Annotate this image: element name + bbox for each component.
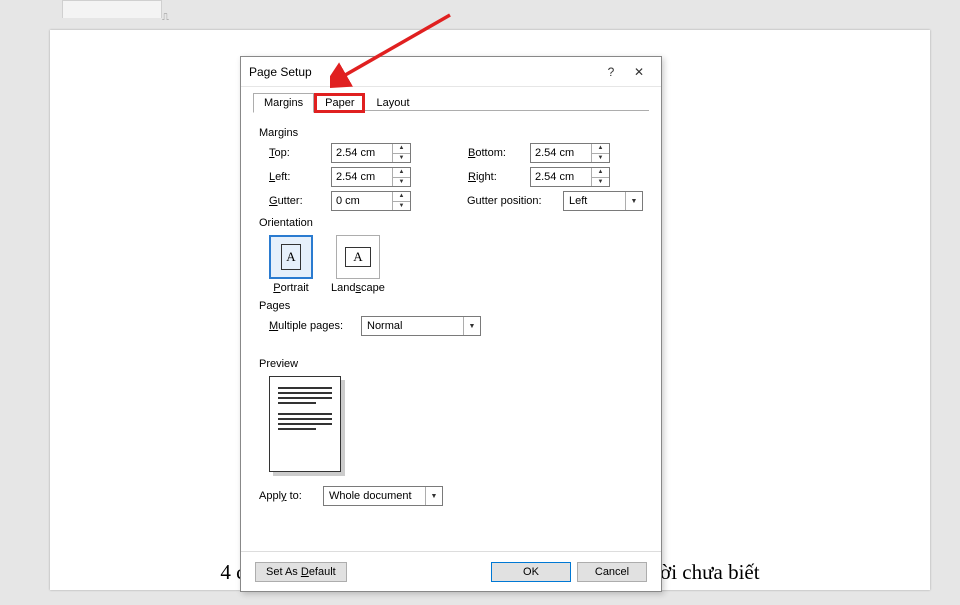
bottom-label: Bottom: (468, 147, 524, 159)
right-label: Right: (468, 171, 524, 183)
chevron-down-icon[interactable]: ▼ (425, 487, 442, 505)
spin-up-icon[interactable]: ▲ (393, 168, 410, 178)
portrait-page-glyph: A (281, 244, 301, 270)
multiple-pages-select[interactable]: Normal ▼ (361, 316, 481, 336)
chevron-down-icon[interactable]: ▼ (625, 192, 642, 210)
spin-up-icon[interactable]: ▲ (592, 168, 609, 178)
orientation-section-label: Orientation (259, 217, 643, 229)
landscape-label: Landscape (331, 282, 385, 294)
cancel-button[interactable]: Cancel (577, 562, 647, 582)
gutter-spinner[interactable]: ▲▼ (331, 191, 411, 211)
apply-to-label: Apply to: (259, 490, 315, 502)
top-spinner[interactable]: ▲▼ (331, 143, 411, 163)
spin-up-icon[interactable]: ▲ (393, 144, 410, 154)
multiple-pages-value: Normal (362, 320, 463, 332)
ok-button[interactable]: OK (491, 562, 571, 582)
ruler-fragment (62, 0, 162, 18)
chevron-down-icon[interactable]: ▼ (463, 317, 480, 335)
orientation-portrait[interactable]: A Portrait (269, 235, 313, 294)
portrait-icon: A (269, 235, 313, 279)
spin-down-icon[interactable]: ▼ (592, 154, 609, 163)
dialog-body: Margins Top: ▲▼ Bottom: ▲▼ Left: (241, 113, 661, 516)
dialog-footer: Set As Default OK Cancel (241, 551, 661, 591)
multiple-pages-label: Multiple pages: (269, 320, 355, 332)
gutter-pos-value: Left (564, 195, 625, 207)
set-default-button[interactable]: Set As Default (255, 562, 347, 582)
portrait-label: Portrait (273, 282, 308, 294)
page-setup-dialog: Page Setup ? ✕ Margins Paper Layout Marg… (240, 56, 662, 592)
annotation-arrow (330, 10, 460, 90)
apply-to-value: Whole document (324, 490, 425, 502)
preview-box (269, 376, 341, 472)
apply-to-select[interactable]: Whole document ▼ (323, 486, 443, 506)
landscape-page-glyph: A (345, 247, 371, 267)
help-button[interactable]: ? (597, 61, 625, 83)
gutter-pos-select[interactable]: Left ▼ (563, 191, 643, 211)
left-label: Left: (269, 171, 325, 183)
spin-down-icon[interactable]: ▼ (393, 178, 410, 187)
gutter-pos-label: Gutter position: (467, 195, 557, 207)
landscape-icon: A (336, 235, 380, 279)
preview-page (269, 376, 341, 472)
close-button[interactable]: ✕ (625, 61, 653, 83)
spin-up-icon[interactable]: ▲ (592, 144, 609, 154)
tab-paper[interactable]: Paper (314, 93, 365, 113)
gutter-label: Gutter: (269, 195, 325, 207)
top-input[interactable] (332, 144, 392, 162)
ruler-mark: ⎍ (162, 12, 169, 23)
spin-down-icon[interactable]: ▼ (393, 154, 410, 163)
spin-down-icon[interactable]: ▼ (592, 178, 609, 187)
gutter-input[interactable] (332, 192, 392, 210)
right-spinner[interactable]: ▲▼ (530, 167, 610, 187)
left-spinner[interactable]: ▲▼ (331, 167, 411, 187)
top-label: Top: (269, 147, 325, 159)
right-input[interactable] (531, 168, 591, 186)
margins-section-label: Margins (259, 127, 643, 139)
preview-section-label: Preview (259, 358, 643, 370)
orientation-landscape[interactable]: A Landscape (331, 235, 385, 294)
pages-section-label: Pages (259, 300, 643, 312)
spin-down-icon[interactable]: ▼ (393, 202, 410, 211)
tab-margins[interactable]: Margins (253, 93, 314, 113)
left-input[interactable] (332, 168, 392, 186)
bottom-input[interactable] (531, 144, 591, 162)
spin-up-icon[interactable]: ▲ (393, 192, 410, 202)
bottom-spinner[interactable]: ▲▼ (530, 143, 610, 163)
